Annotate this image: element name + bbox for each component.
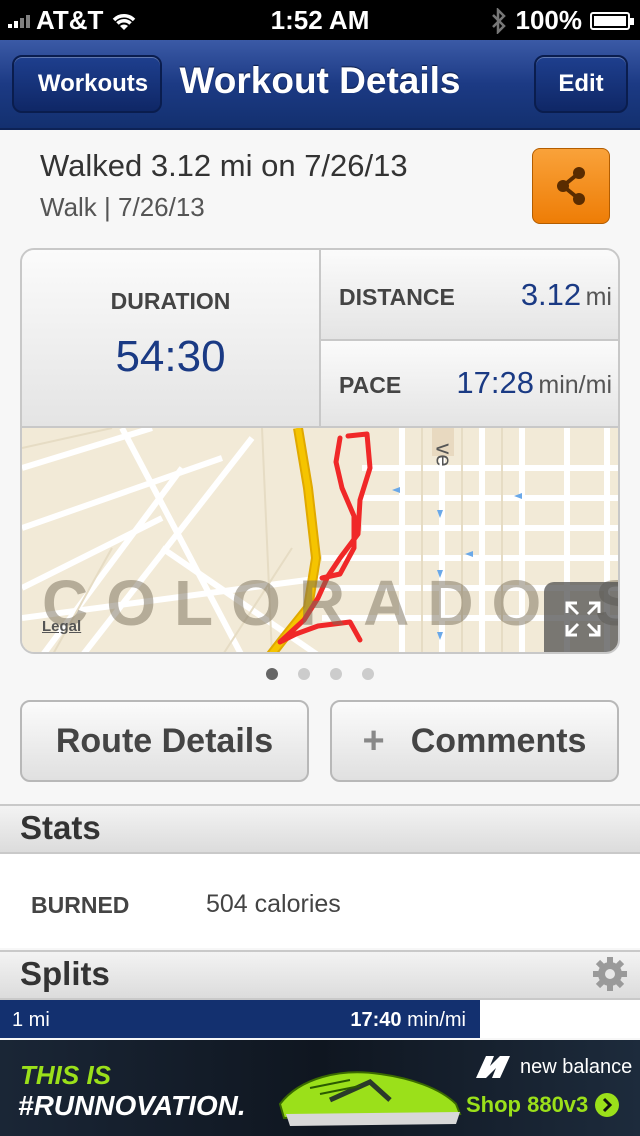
split-label: 1 mi bbox=[12, 1009, 50, 1031]
pace-reading: 17:28 min/mi bbox=[456, 365, 612, 401]
expand-map-button[interactable] bbox=[544, 582, 618, 652]
page-dot[interactable] bbox=[266, 668, 278, 680]
ad-cta[interactable]: Shop 880v3 bbox=[466, 1092, 620, 1118]
stats-section-header: Stats bbox=[0, 804, 640, 854]
route-map[interactable]: COLORADO SPR ve Legal bbox=[22, 426, 618, 652]
split-unit: min/mi bbox=[407, 1009, 466, 1031]
expand-icon bbox=[565, 601, 601, 637]
pace-cell: PACE 17:28 min/mi bbox=[321, 341, 618, 426]
page-dot[interactable] bbox=[298, 668, 310, 680]
route-details-label: Route Details bbox=[55, 721, 274, 760]
distance-value: 3.12 bbox=[520, 277, 582, 312]
comments-label: Comments bbox=[410, 721, 587, 760]
page-dot[interactable] bbox=[330, 668, 342, 680]
bluetooth-icon bbox=[491, 7, 506, 34]
pace-label: PACE bbox=[339, 372, 402, 398]
splits-section-header: Splits bbox=[0, 950, 640, 1000]
distance-cell: DISTANCE 3.12 mi bbox=[321, 250, 618, 341]
ad-brand: new balance bbox=[472, 1054, 632, 1080]
gear-icon[interactable] bbox=[592, 956, 628, 992]
navigation-bar: Workouts Workout Details Edit bbox=[0, 40, 640, 130]
duration-label: DURATION bbox=[110, 288, 231, 314]
sneaker-image bbox=[278, 1071, 462, 1126]
ad-line1: THIS IS bbox=[20, 1060, 112, 1090]
split-row: 1 mi 17:40 min/mi bbox=[0, 1000, 480, 1038]
edit-button-label: Edit bbox=[558, 70, 604, 97]
split-reading: 17:40 min/mi bbox=[350, 1009, 466, 1032]
battery-percent: 100% bbox=[515, 5, 583, 35]
share-icon bbox=[557, 167, 585, 205]
status-right: 100% bbox=[490, 5, 634, 36]
ad-cta-label: Shop 880v3 bbox=[466, 1092, 589, 1117]
map-legal-link[interactable]: Legal bbox=[42, 618, 81, 635]
plus-icon: + bbox=[362, 719, 385, 762]
split-row-remainder bbox=[480, 1000, 640, 1038]
map-city-label: COLORADO SPR bbox=[42, 567, 618, 639]
ad-banner[interactable]: THIS IS #RUNNOVATION. new balance Shop 8… bbox=[0, 1040, 640, 1136]
splits-header-label: Splits bbox=[20, 955, 110, 992]
duration-value: 54:30 bbox=[115, 332, 226, 381]
workout-title: Walked 3.12 mi on 7/26/13 bbox=[40, 148, 408, 183]
burned-label: BURNED bbox=[31, 892, 130, 918]
pace-value: 17:28 bbox=[456, 365, 534, 400]
distance-unit: mi bbox=[585, 283, 612, 311]
workout-subtitle: Walk | 7/26/13 bbox=[40, 192, 205, 222]
burned-value: 504 calories bbox=[206, 890, 341, 918]
status-bar: AT&T 1:52 AM 100% bbox=[0, 0, 640, 40]
pace-unit: min/mi bbox=[538, 371, 612, 399]
split-value: 17:40 bbox=[350, 1009, 402, 1031]
ad-brand-name: new balance bbox=[520, 1055, 633, 1078]
workout-summary-card: DURATION 54:30 DISTANCE 3.12 mi PACE 17:… bbox=[20, 248, 620, 654]
map-street-label: ve bbox=[431, 443, 457, 467]
route-details-button[interactable]: Route Details bbox=[20, 700, 309, 782]
page-dot[interactable] bbox=[362, 668, 374, 680]
new-balance-logo bbox=[476, 1056, 510, 1078]
distance-reading: 3.12 mi bbox=[521, 277, 612, 313]
duration-cell: DURATION 54:30 bbox=[22, 250, 321, 426]
share-button[interactable] bbox=[532, 148, 610, 224]
distance-label: DISTANCE bbox=[339, 284, 455, 310]
chevron-right-icon bbox=[595, 1093, 620, 1117]
comments-button[interactable]: + Comments bbox=[330, 700, 619, 782]
page-indicator[interactable] bbox=[0, 668, 640, 680]
ad-line2: #RUNNOVATION. bbox=[18, 1090, 246, 1121]
edit-button[interactable]: Edit bbox=[534, 55, 628, 113]
battery-icon bbox=[590, 11, 634, 30]
stats-header-label: Stats bbox=[20, 809, 101, 846]
burned-stat-row: BURNED 504 calories bbox=[0, 854, 640, 948]
